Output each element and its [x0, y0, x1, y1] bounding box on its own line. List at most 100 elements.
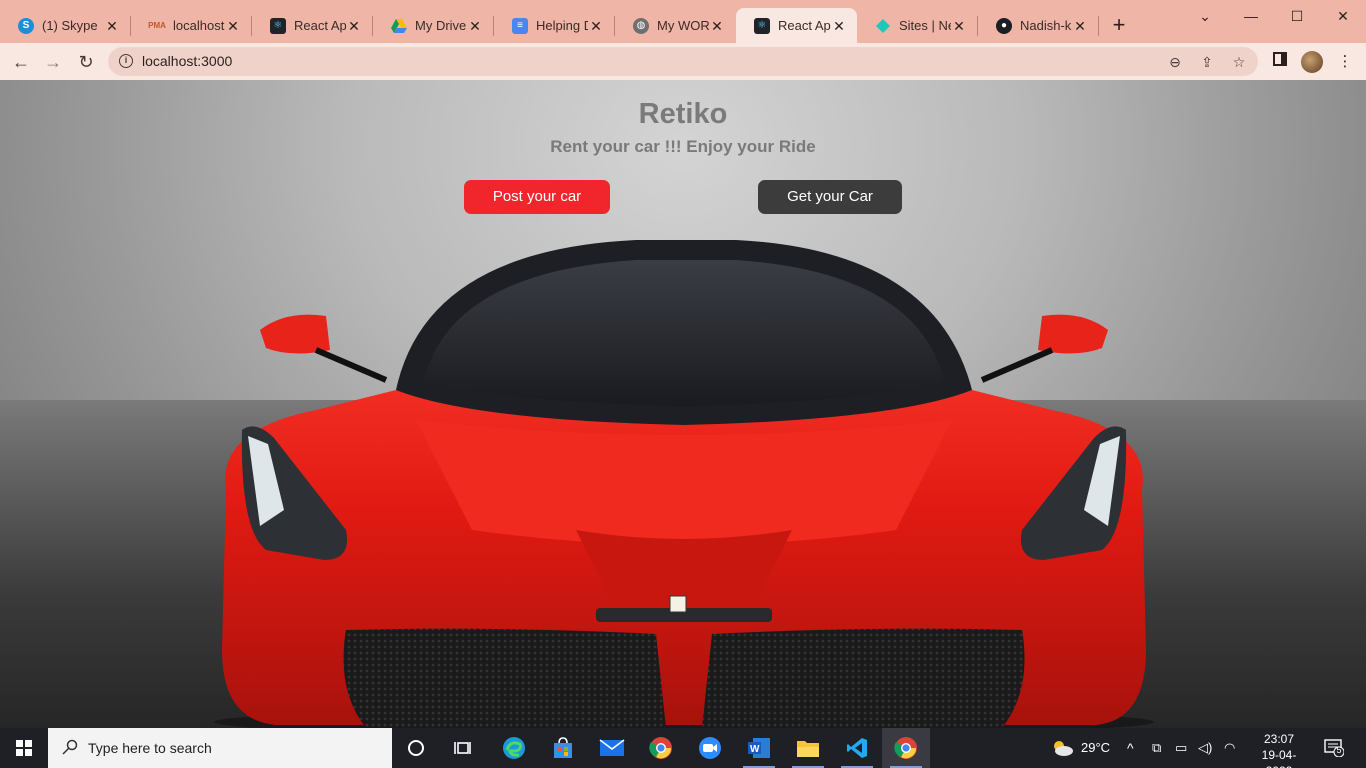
taskbar-file-explorer[interactable]: [784, 728, 832, 768]
tab-title: React App: [294, 18, 346, 33]
show-hidden-icons-chevron-icon[interactable]: ^: [1127, 728, 1134, 768]
close-icon[interactable]: ✕: [831, 18, 847, 34]
close-icon[interactable]: ✕: [225, 18, 241, 34]
taskbar-zoom[interactable]: [686, 728, 734, 768]
github-icon: ●: [996, 17, 1012, 34]
browser-toolbar: ← → ↻ i localhost:3000 ⊖ ⇪ ☆ ⋮: [0, 43, 1366, 80]
notifications-button[interactable]: 5: [1324, 739, 1345, 758]
get-your-car-button[interactable]: Get your Car: [758, 180, 902, 214]
tab-github[interactable]: ● Nadish-ku ✕: [978, 8, 1098, 43]
windows-taskbar: Type here to search W 29°C ^ ⧉ ▭ ◁) ◠ 23…: [0, 728, 1366, 768]
new-tab-button[interactable]: +: [1108, 14, 1130, 37]
tab-my-work[interactable]: ◍ My WORK ✕: [615, 8, 735, 43]
search-icon: [62, 739, 78, 755]
vscode-icon: [847, 738, 867, 758]
minimize-button[interactable]: —: [1241, 6, 1261, 26]
search-placeholder: Type here to search: [88, 740, 212, 756]
close-icon[interactable]: ✕: [104, 18, 120, 34]
tab-react-app-active[interactable]: ⚛ React App ✕: [736, 8, 857, 43]
page-viewport: Retiko Rent your car !!! Enjoy your Ride…: [0, 80, 1366, 728]
globe-icon: ◍: [633, 17, 649, 34]
zoom-icon: [699, 737, 721, 759]
close-icon[interactable]: ✕: [588, 18, 604, 34]
tab-my-drive[interactable]: My Drive - ✕: [373, 8, 493, 43]
maximize-button[interactable]: ☐: [1287, 6, 1307, 26]
weather-temperature[interactable]: 29°C: [1081, 728, 1110, 768]
close-icon[interactable]: ✕: [951, 18, 967, 34]
file-explorer-icon: [797, 741, 819, 757]
word-icon: W: [748, 738, 770, 758]
close-icon[interactable]: ✕: [1072, 18, 1088, 34]
address-bar[interactable]: i localhost:3000 ⊖ ⇪ ☆: [108, 47, 1258, 76]
windows-logo-icon: [16, 740, 32, 756]
taskbar-edge[interactable]: [490, 728, 538, 768]
taskbar-store[interactable]: [539, 728, 587, 768]
tab-title: My Drive -: [415, 18, 467, 33]
close-icon[interactable]: ✕: [467, 18, 483, 34]
cortana-icon: [408, 740, 424, 756]
clock-date: 19-04-2022: [1261, 748, 1297, 768]
volume-icon[interactable]: ◁): [1198, 728, 1212, 768]
cortana-button[interactable]: [392, 728, 440, 768]
task-view-icon: [454, 742, 471, 754]
react-icon: ⚛: [270, 17, 286, 34]
taskbar-chrome-active[interactable]: [882, 728, 930, 768]
menu-kebab-icon[interactable]: ⋮: [1335, 52, 1355, 72]
tab-title: React App: [778, 18, 831, 33]
tab-react-app[interactable]: ⚛ React App ✕: [252, 8, 372, 43]
taskbar-chrome[interactable]: [637, 728, 685, 768]
edge-icon: [503, 737, 525, 759]
google-drive-icon: [391, 18, 407, 34]
tab-title: (1) Skype: [42, 18, 98, 33]
wifi-icon[interactable]: ◠: [1224, 728, 1235, 768]
notification-count-badge: 5: [1336, 745, 1342, 755]
tab-title: localhost /: [173, 18, 225, 33]
post-your-car-button[interactable]: Post your car: [464, 180, 610, 214]
task-view-button[interactable]: [440, 728, 488, 768]
tab-title: Sites | Neti: [899, 18, 951, 33]
taskbar-mail[interactable]: [588, 728, 636, 768]
taskbar-search-box[interactable]: Type here to search: [48, 728, 392, 768]
info-icon[interactable]: i: [119, 54, 133, 68]
start-button[interactable]: [0, 728, 48, 768]
profile-avatar[interactable]: [1301, 51, 1323, 73]
zoom-icon[interactable]: ⊖: [1166, 53, 1184, 71]
tab-search-chevron-icon[interactable]: ⌄: [1195, 6, 1215, 26]
close-icon[interactable]: ✕: [709, 18, 725, 34]
url-text[interactable]: localhost:3000: [142, 53, 232, 69]
skype-icon: S: [18, 17, 34, 34]
svg-text:W: W: [750, 744, 760, 755]
meet-now-icon[interactable]: ⧉: [1152, 728, 1161, 768]
side-panel-icon[interactable]: [1270, 52, 1290, 72]
weather-icon[interactable]: [1050, 728, 1076, 768]
taskbar-word[interactable]: W: [735, 728, 783, 768]
tab-helping-doc[interactable]: ≡ Helping Dc ✕: [494, 8, 614, 43]
tab-skype[interactable]: S (1) Skype ✕: [0, 8, 130, 43]
store-icon: [554, 737, 572, 758]
clock-time: 23:07: [1263, 732, 1295, 746]
back-button[interactable]: ←: [10, 51, 32, 73]
google-docs-icon: ≡: [512, 17, 528, 34]
share-icon[interactable]: ⇪: [1198, 53, 1216, 71]
react-icon: ⚛: [754, 17, 770, 34]
hero-car-image: [214, 240, 1154, 728]
forward-button[interactable]: →: [42, 51, 64, 73]
tab-localhost[interactable]: PMA localhost / ✕: [131, 8, 251, 43]
battery-icon[interactable]: ▭: [1175, 728, 1187, 768]
tab-strip: S (1) Skype ✕ PMA localhost / ✕ ⚛ React …: [0, 0, 1366, 43]
window-close-button[interactable]: ✕: [1333, 6, 1353, 26]
phpmyadmin-icon: PMA: [148, 21, 166, 30]
site-tagline: Rent your car !!! Enjoy your Ride: [550, 137, 816, 156]
mail-icon: [599, 739, 625, 756]
chrome-icon: [894, 737, 917, 759]
system-clock[interactable]: 23:07 19-04-2022: [1256, 731, 1302, 768]
bookmark-star-icon[interactable]: ☆: [1230, 53, 1248, 71]
netlify-icon: [875, 18, 891, 34]
taskbar-vscode[interactable]: [833, 728, 881, 768]
reload-button[interactable]: ↻: [75, 51, 97, 73]
tab-title: Nadish-ku: [1020, 18, 1072, 33]
close-icon[interactable]: ✕: [346, 18, 362, 34]
chrome-icon: [649, 737, 672, 759]
tab-title: My WORK: [657, 18, 709, 33]
tab-netlify[interactable]: Sites | Neti ✕: [857, 8, 977, 43]
